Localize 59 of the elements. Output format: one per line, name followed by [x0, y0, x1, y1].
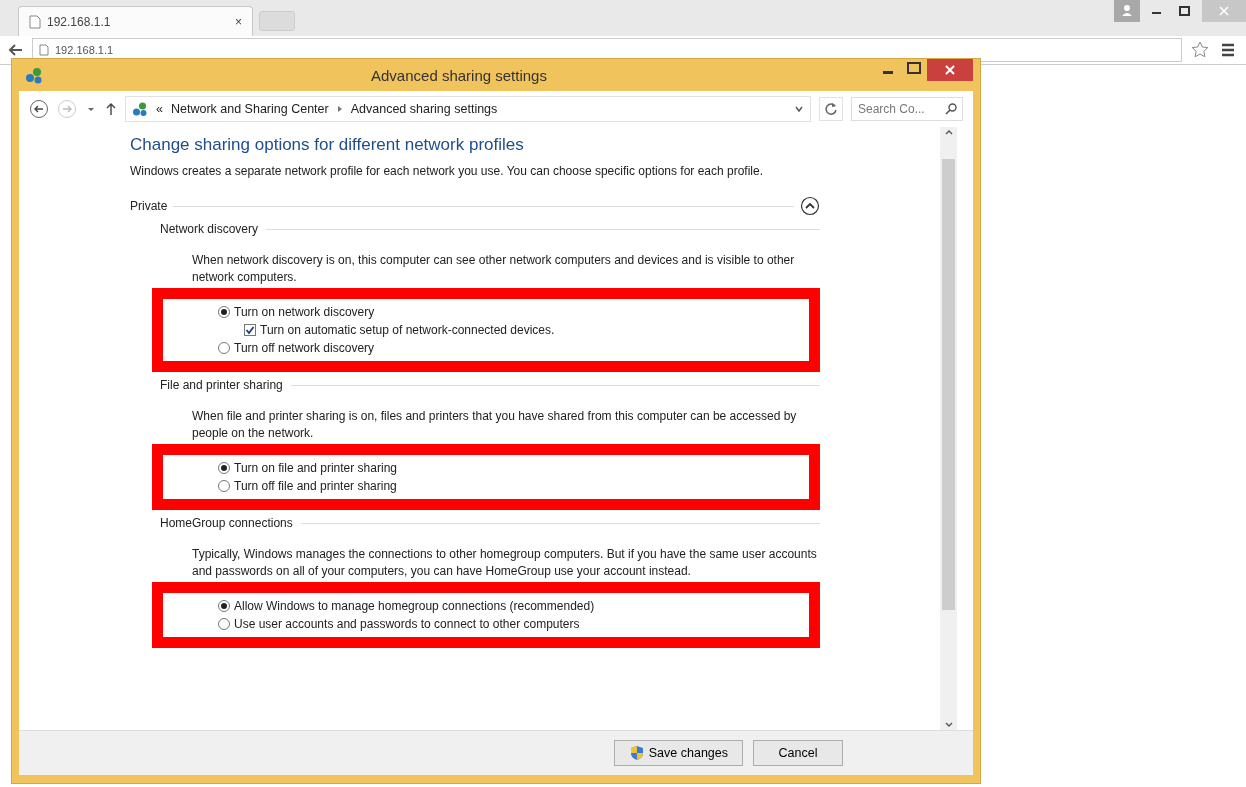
breadcrumb-item[interactable]: Network and Sharing Center [170, 102, 329, 116]
option-label: Turn off network discovery [234, 341, 375, 355]
section-description: When file and printer sharing is on, files and printers that you have shared from this computer can be accessed by people on the network. [192, 408, 798, 442]
option-label: Turn on file and printer sharing [234, 461, 397, 475]
up-arrow-icon[interactable] [105, 102, 117, 116]
section-description: When network discovery is on, this computer can see other network computers and devices and is visible to other network computers. [192, 252, 796, 286]
page-icon [39, 44, 49, 56]
radio-option[interactable]: Use user accounts and passwords to connect to other computers [218, 617, 809, 631]
section-title: HomeGroup connections [160, 516, 293, 530]
collapse-button[interactable] [800, 196, 820, 216]
scrollbar-thumb[interactable] [942, 159, 955, 610]
close-icon[interactable] [927, 59, 973, 81]
option-label: Use user accounts and passwords to connect to other computers [234, 617, 580, 631]
intro-text: Windows creates a separate network profile for each network you use. You can choose specific options for each profile. [130, 163, 765, 180]
option-label: Turn on network discovery [234, 305, 375, 319]
page-icon [29, 14, 41, 29]
radio-option[interactable]: Turn off file and printer sharing [218, 479, 809, 493]
shield-icon [628, 745, 645, 761]
tab-close-button[interactable]: × [235, 14, 242, 29]
radio-button[interactable] [218, 480, 230, 492]
option-label: Turn off file and printer sharing [234, 479, 397, 493]
radio-option[interactable]: Turn off network discovery [218, 341, 809, 355]
tab-title: 192.168.1.1 [47, 14, 112, 29]
radio-option[interactable]: Turn on network discovery [218, 305, 809, 319]
breadcrumb-item[interactable]: Advanced sharing settings [350, 102, 498, 116]
address-text: 192.168.1.1 [55, 44, 114, 56]
radio-button[interactable] [218, 600, 230, 612]
radio-button[interactable] [218, 342, 230, 354]
radio-option[interactable]: Turn on file and printer sharing [218, 461, 809, 475]
section-title: Network discovery [160, 222, 259, 236]
save-changes-button[interactable]: Save changes [613, 740, 743, 766]
refresh-icon[interactable] [819, 97, 843, 121]
option-label: Turn on automatic setup of network-connected devices. [260, 323, 555, 337]
radio-button[interactable] [218, 306, 230, 318]
option-label: Allow Windows to manage homegroup connections (recommended) [234, 599, 595, 613]
address-field[interactable]: « Network and Sharing Center Advanced sharing settings [125, 96, 811, 122]
scrollbar[interactable] [940, 127, 957, 730]
network-icon [132, 101, 148, 117]
radio-button[interactable] [218, 462, 230, 474]
breadcrumb-overflow[interactable]: « [156, 102, 163, 116]
network-icon [25, 66, 43, 84]
cancel-button[interactable]: Cancel [753, 740, 843, 766]
radio-button[interactable] [218, 618, 230, 630]
dropdown-caret-icon[interactable] [794, 104, 804, 114]
page-heading: Change sharing options for different network profiles [130, 135, 525, 155]
separator-arrow-icon [336, 105, 343, 113]
section-description: Typically, Windows manages the connections to other homegroup computers. But if you have the same user accounts and passwords on all of your computers, you can have HomeGroup use your account instead. [192, 546, 818, 580]
profile-label: Private [130, 199, 168, 213]
search-field[interactable]: Search Co... [851, 97, 963, 121]
browser-tab[interactable]: 192.168.1.1 × [18, 6, 253, 36]
checkbox[interactable] [244, 324, 256, 336]
back-button-icon[interactable] [29, 99, 49, 119]
window-title: Advanced sharing settings [370, 66, 548, 84]
checkbox-option[interactable]: Turn on automatic setup of network-connected devices. [244, 323, 809, 337]
radio-option[interactable]: Allow Windows to manage homegroup connections (recommended) [218, 599, 809, 613]
section-title: File and printer sharing [160, 378, 283, 392]
search-icon [945, 103, 957, 115]
back-arrow-icon[interactable] [8, 42, 24, 58]
star-icon[interactable] [1190, 40, 1210, 60]
